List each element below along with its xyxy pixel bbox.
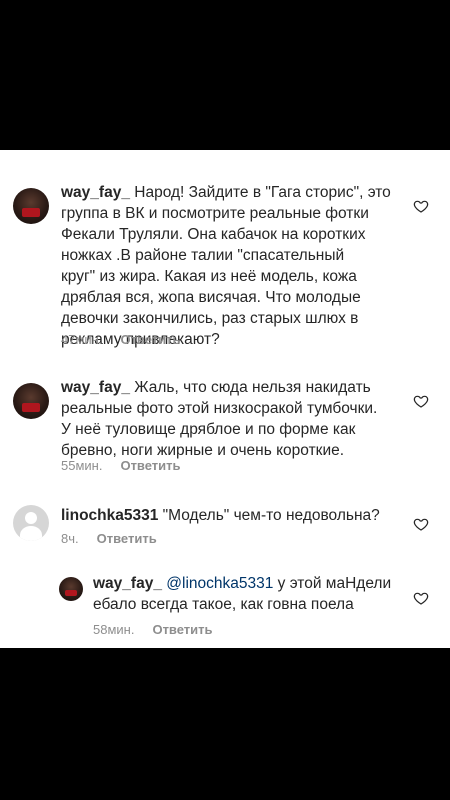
avatar[interactable] bbox=[13, 383, 49, 419]
reply-button[interactable]: Ответить bbox=[120, 458, 180, 473]
default-avatar[interactable] bbox=[13, 505, 49, 541]
reply-button[interactable]: Ответить bbox=[152, 622, 212, 637]
comment-text: way_fay_ @linochka5331 у этой маНдели еб… bbox=[93, 573, 403, 615]
heart-outline-icon[interactable] bbox=[413, 516, 429, 532]
comment-meta: 47мин. Ответить bbox=[61, 332, 181, 347]
comments-panel: way_fay_ Народ! Зайдите в "Гага сторис",… bbox=[0, 150, 450, 648]
comment-time: 47мин. bbox=[61, 332, 103, 347]
heart-outline-icon[interactable] bbox=[413, 590, 429, 606]
avatar[interactable] bbox=[59, 577, 83, 601]
comment-username[interactable]: way_fay_ bbox=[61, 379, 130, 396]
comment-text: way_fay_ Народ! Зайдите в "Гага сторис",… bbox=[61, 182, 411, 350]
comment-meta: 58мин. Ответить bbox=[93, 622, 213, 637]
comment-meta: 8ч. Ответить bbox=[61, 531, 157, 546]
red-mask-decoration bbox=[65, 590, 77, 596]
comment-body: ебало всегда такое, как говна поела bbox=[93, 596, 354, 613]
heart-outline-icon[interactable] bbox=[413, 393, 429, 409]
comment-body: Народ! Зайдите в "Гага сторис", это груп… bbox=[61, 184, 391, 348]
comment-body: "Модель" чем-то недовольна? bbox=[158, 507, 380, 524]
comment-text: way_fay_ Жаль, что сюда нельзя накидать … bbox=[61, 377, 411, 461]
red-mask-decoration bbox=[22, 208, 40, 217]
avatar[interactable] bbox=[13, 188, 49, 224]
comment-username[interactable]: linochka5331 bbox=[61, 507, 158, 524]
red-mask-decoration bbox=[22, 403, 40, 412]
comment-time: 55мин. bbox=[61, 458, 103, 473]
reply-button[interactable]: Ответить bbox=[97, 531, 157, 546]
avatar-body-shape bbox=[20, 526, 42, 541]
reply-button[interactable]: Ответить bbox=[120, 332, 180, 347]
mention-link[interactable]: @linochka5331 bbox=[162, 575, 273, 592]
comment-text: linochka5331 "Модель" чем-то недовольна? bbox=[61, 505, 411, 526]
comment-meta: 55мин. Ответить bbox=[61, 458, 181, 473]
comment-username[interactable]: way_fay_ bbox=[93, 575, 162, 592]
comment-body: у этой маНдели bbox=[273, 575, 392, 592]
comment-time: 8ч. bbox=[61, 531, 79, 546]
comment-username[interactable]: way_fay_ bbox=[61, 184, 130, 201]
avatar-head-shape bbox=[25, 512, 37, 524]
heart-outline-icon[interactable] bbox=[413, 198, 429, 214]
comment-time: 58мин. bbox=[93, 622, 135, 637]
